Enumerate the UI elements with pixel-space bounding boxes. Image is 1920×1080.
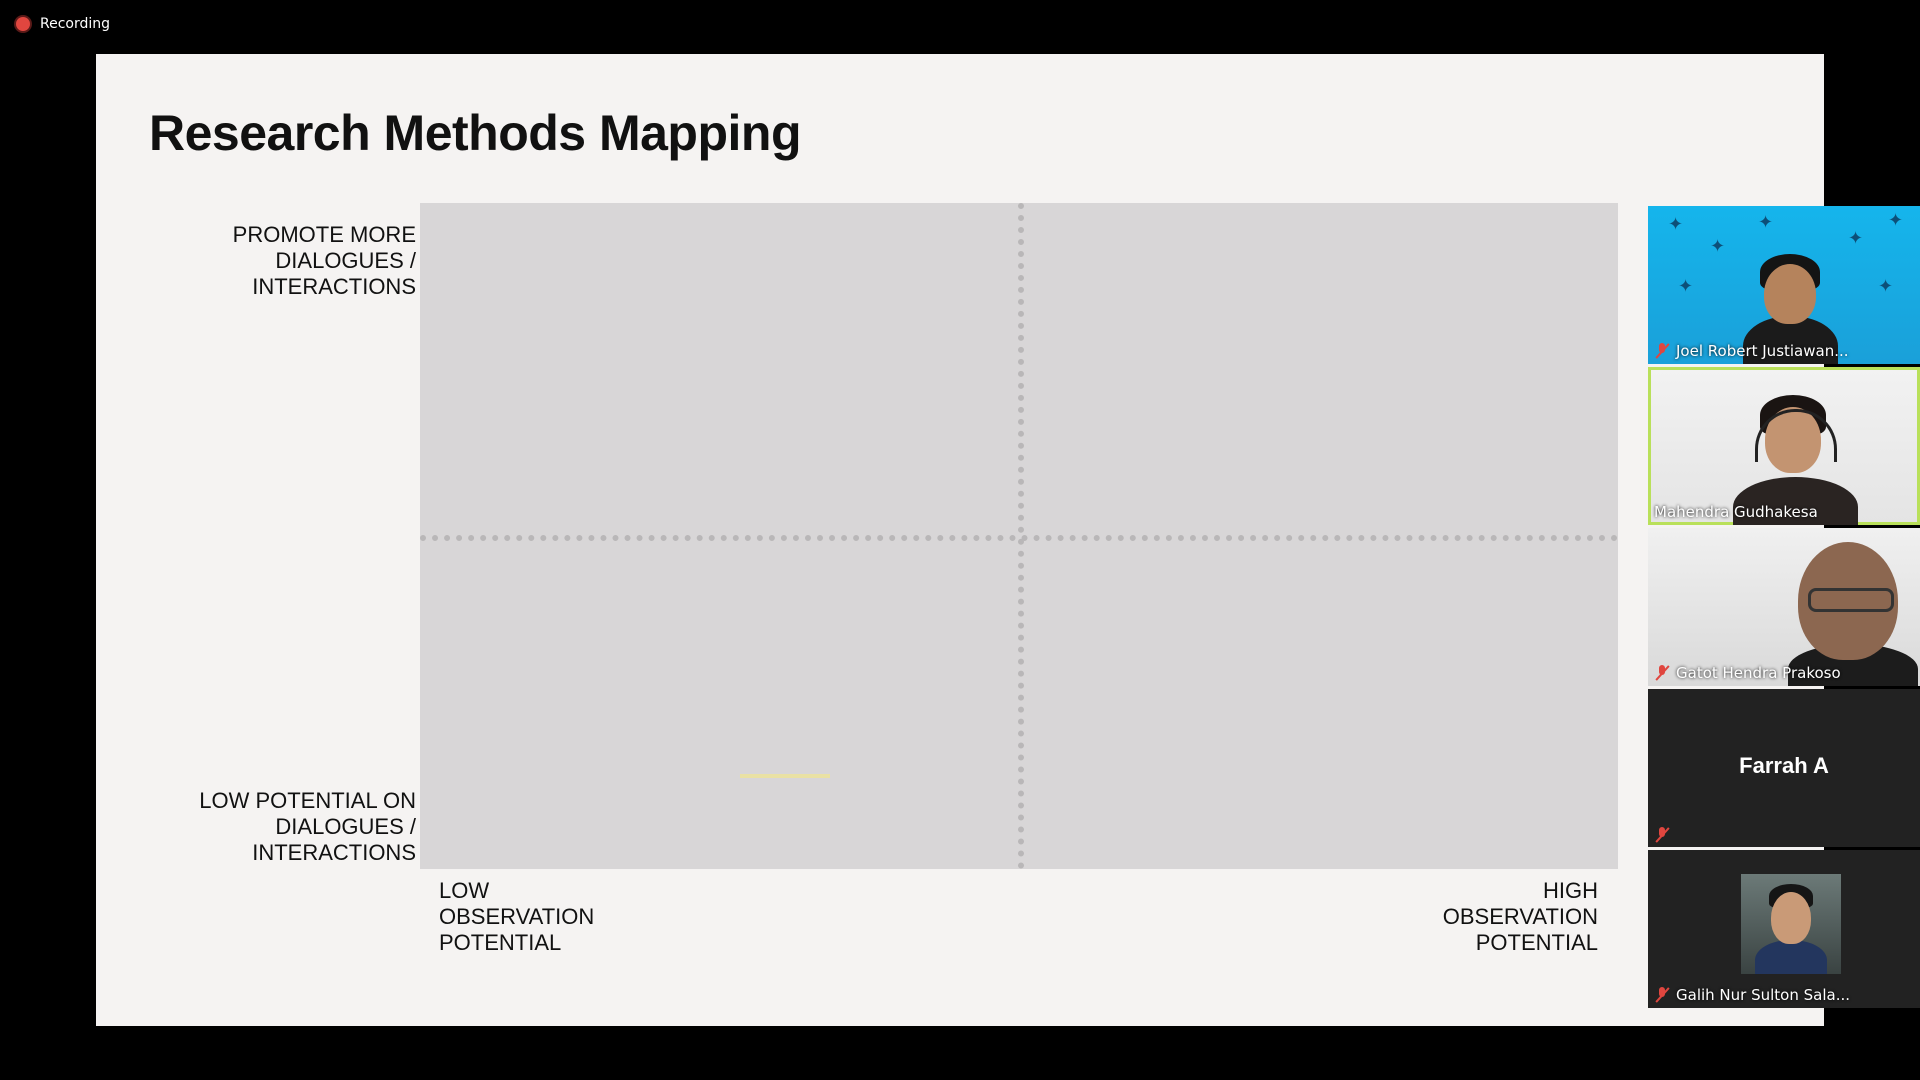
participant-photo bbox=[1741, 874, 1841, 974]
participant-face bbox=[1764, 264, 1816, 324]
star-decoration-icon: ✦ bbox=[1678, 276, 1694, 296]
star-decoration-icon: ✦ bbox=[1758, 212, 1774, 232]
participant-panel: ✦ ✦ ✦ ✦ ✦ ✦ ✦ Joel Robert Justiawan... M… bbox=[1648, 206, 1920, 1016]
x-axis-right-label: HIGH OBSERVATION POTENTIAL bbox=[1442, 878, 1598, 955]
participant-tile[interactable]: Galih Nur Sulton Sala... bbox=[1648, 850, 1920, 1008]
participant-name-bar: Mahendra Gudhakesa bbox=[1654, 503, 1818, 521]
star-decoration-icon: ✦ bbox=[1878, 276, 1894, 296]
participant-face bbox=[1771, 892, 1811, 944]
participant-name-bar: Galih Nur Sulton Sala... bbox=[1654, 986, 1850, 1004]
star-decoration-icon: ✦ bbox=[1668, 214, 1684, 234]
participant-tile[interactable]: ✦ ✦ ✦ ✦ ✦ ✦ ✦ Joel Robert Justiawan... bbox=[1648, 206, 1920, 364]
star-decoration-icon: ✦ bbox=[1710, 236, 1726, 256]
participant-tile-active-speaker[interactable]: Mahendra Gudhakesa bbox=[1648, 367, 1920, 525]
slide-title: Research Methods Mapping bbox=[149, 105, 802, 161]
participant-tile-no-video[interactable]: Farrah A bbox=[1648, 689, 1920, 847]
horizontal-divider bbox=[420, 535, 1618, 541]
highlight-mark bbox=[740, 774, 830, 778]
quadrant-grid bbox=[420, 203, 1618, 869]
participant-body bbox=[1755, 940, 1827, 974]
recording-indicator[interactable]: Recording bbox=[16, 16, 110, 32]
participant-name: Mahendra Gudhakesa bbox=[1654, 503, 1818, 521]
mic-muted-icon bbox=[1654, 343, 1670, 359]
record-icon bbox=[16, 17, 30, 31]
mic-muted-icon bbox=[1654, 987, 1670, 1003]
star-decoration-icon: ✦ bbox=[1848, 228, 1864, 248]
mic-muted-icon bbox=[1654, 827, 1670, 843]
x-axis-left-label: LOW OBSERVATION POTENTIAL bbox=[439, 878, 595, 955]
participant-name: Gatot Hendra Prakoso bbox=[1676, 664, 1841, 682]
glasses-icon bbox=[1808, 588, 1894, 612]
shared-slide: Research Methods Mapping PROMOTE MORE DI… bbox=[96, 54, 1824, 1026]
recording-label: Recording bbox=[40, 16, 111, 32]
participant-name: Galih Nur Sulton Sala... bbox=[1676, 986, 1850, 1004]
y-axis-top-label: PROMOTE MORE DIALOGUES / INTERACTIONS bbox=[232, 222, 416, 299]
mic-muted-icon bbox=[1654, 665, 1670, 681]
participant-name-bar: Gatot Hendra Prakoso bbox=[1654, 664, 1841, 682]
y-axis-bottom-label: LOW POTENTIAL ON DIALOGUES / INTERACTION… bbox=[199, 788, 416, 865]
participant-name-bar: Joel Robert Justiawan... bbox=[1654, 342, 1849, 360]
star-decoration-icon: ✦ bbox=[1888, 210, 1904, 230]
participant-tile[interactable]: Gatot Hendra Prakoso bbox=[1648, 528, 1920, 686]
participant-name-large: Farrah A bbox=[1739, 753, 1829, 778]
participant-name-bar bbox=[1654, 827, 1670, 843]
participant-name: Joel Robert Justiawan... bbox=[1676, 342, 1849, 360]
